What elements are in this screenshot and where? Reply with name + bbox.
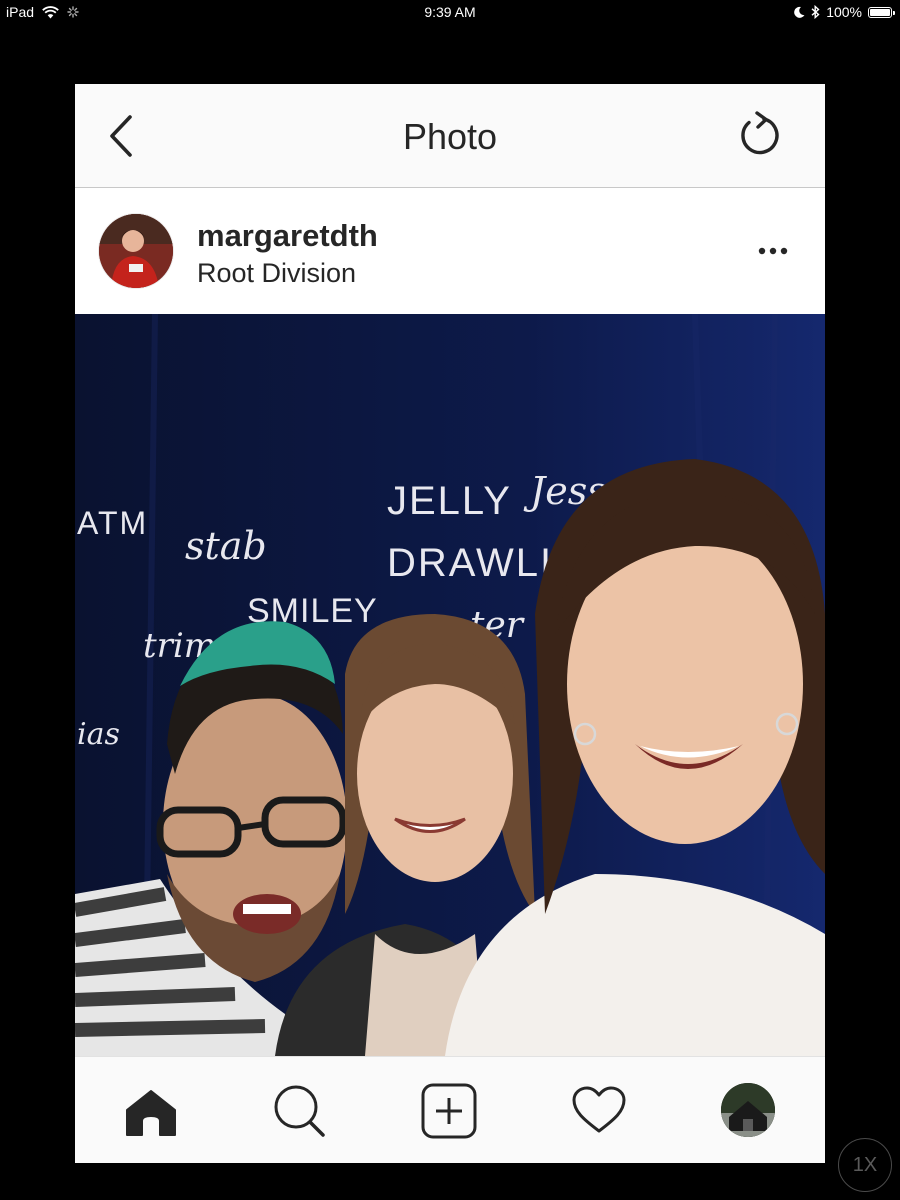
add-post-icon [421, 1083, 477, 1139]
word-atm: ATM [77, 505, 148, 541]
word-stab: stab [185, 524, 267, 568]
home-icon [126, 1090, 176, 1136]
word-drawli: DRAWLI [387, 541, 553, 585]
status-bar: iPad 9:39 AM 100% [0, 0, 900, 24]
tab-home[interactable] [123, 1083, 179, 1139]
refresh-button[interactable] [735, 110, 783, 160]
instagram-app: Photo margaretdth Root Division ATM stab… [75, 84, 825, 1163]
post-location[interactable]: Root Division [197, 258, 356, 289]
user-avatar[interactable] [99, 214, 173, 288]
tab-bar [75, 1056, 825, 1163]
word-jelly: JELLY [387, 479, 512, 523]
post-header: margaretdth Root Division [75, 188, 825, 314]
more-options-button[interactable] [753, 236, 793, 266]
tab-add-post[interactable] [421, 1083, 477, 1139]
page-title: Photo [402, 116, 498, 157]
word-ias: ias [77, 717, 120, 752]
tab-search[interactable] [271, 1083, 327, 1139]
nav-bar: Photo [75, 84, 825, 188]
heart-icon [572, 1086, 626, 1133]
status-time: 9:39 AM [424, 4, 476, 20]
bluetooth-icon [811, 5, 820, 19]
search-icon [274, 1085, 325, 1137]
battery-percent: 100% [826, 4, 862, 20]
profile-avatar [721, 1083, 775, 1137]
refresh-icon [741, 111, 779, 155]
battery-icon [868, 6, 895, 18]
ellipsis-icon [758, 247, 788, 255]
scale-1x-button[interactable]: 1X [838, 1138, 892, 1192]
post-photo[interactable]: ATM stab JELLY Jess DRAWLI SMILEY trim t… [75, 314, 825, 1056]
status-right: 100% [794, 4, 895, 20]
avatar-image [99, 214, 173, 288]
moon-icon [794, 6, 805, 18]
tab-activity[interactable] [571, 1083, 627, 1139]
selfie-image: ATM stab JELLY Jess DRAWLI SMILEY trim t… [75, 314, 825, 1056]
tab-profile[interactable] [721, 1083, 777, 1139]
post-username[interactable]: margaretdth [197, 218, 378, 254]
